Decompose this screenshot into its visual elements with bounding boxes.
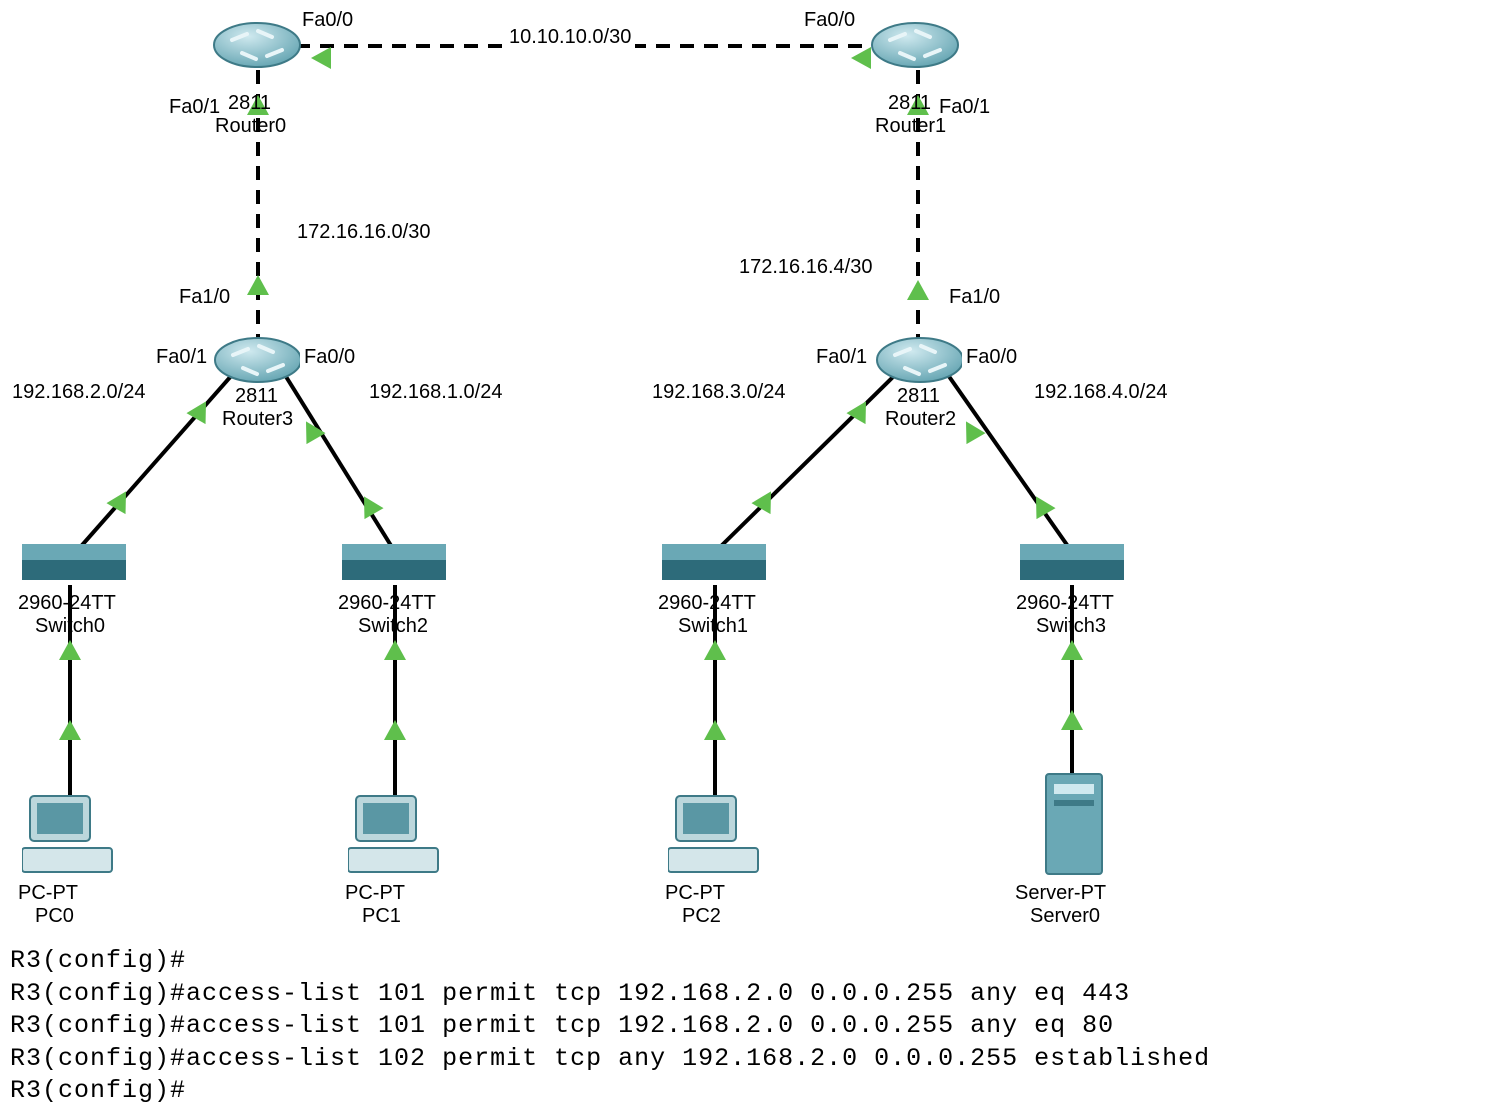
device-name: Router1 bbox=[875, 115, 946, 138]
link-up-icon bbox=[1061, 710, 1083, 730]
device-model: 2811 bbox=[888, 92, 931, 115]
iface-label: Fa0/0 bbox=[300, 345, 359, 370]
device-model: PC-PT bbox=[18, 882, 78, 905]
device-name: PC0 bbox=[35, 905, 74, 928]
router-icon[interactable] bbox=[870, 15, 960, 75]
pc-icon[interactable] bbox=[668, 790, 763, 880]
device-name: Switch3 bbox=[1036, 615, 1106, 638]
device-model: 2960-24TT bbox=[338, 592, 436, 615]
device-name: Server0 bbox=[1030, 905, 1100, 928]
device-name: Switch2 bbox=[358, 615, 428, 638]
device-model: PC-PT bbox=[345, 882, 405, 905]
device-model: 2960-24TT bbox=[658, 592, 756, 615]
device-name: PC2 bbox=[682, 905, 721, 928]
device-model: 2960-24TT bbox=[1016, 592, 1114, 615]
cli-line: R3(config)#access-list 102 permit tcp an… bbox=[10, 1043, 1210, 1076]
pc-icon[interactable] bbox=[348, 790, 443, 880]
iface-label: Fa0/0 bbox=[962, 345, 1021, 370]
cli-line: R3(config)# bbox=[10, 945, 1210, 978]
link-up-icon bbox=[311, 47, 331, 69]
device-model: 2811 bbox=[235, 385, 278, 408]
cli-line: R3(config)#access-list 101 permit tcp 19… bbox=[10, 1010, 1210, 1043]
device-name: PC1 bbox=[362, 905, 401, 928]
network-label: 172.16.16.4/30 bbox=[735, 255, 876, 280]
device-name: Router0 bbox=[215, 115, 286, 138]
iface-label: Fa0/1 bbox=[152, 345, 211, 370]
iface-label: Fa1/0 bbox=[175, 285, 234, 310]
iface-label: Fa0/0 bbox=[800, 8, 859, 33]
device-model: 2811 bbox=[897, 385, 940, 408]
switch-icon[interactable] bbox=[340, 540, 450, 590]
router-icon[interactable] bbox=[213, 330, 303, 390]
link-up-icon bbox=[704, 720, 726, 740]
link-up-icon bbox=[704, 640, 726, 660]
link-up-icon bbox=[1061, 640, 1083, 660]
link-up-icon bbox=[907, 280, 929, 300]
device-model: PC-PT bbox=[665, 882, 725, 905]
network-label: 172.16.16.0/30 bbox=[293, 220, 434, 245]
link-up-icon bbox=[384, 640, 406, 660]
router-icon[interactable] bbox=[212, 15, 302, 75]
device-name: Switch1 bbox=[678, 615, 748, 638]
iface-label: Fa1/0 bbox=[945, 285, 1004, 310]
link-up-icon bbox=[384, 720, 406, 740]
link-up-icon bbox=[59, 640, 81, 660]
pc-icon[interactable] bbox=[22, 790, 117, 880]
link-up-icon bbox=[59, 720, 81, 740]
device-name: Switch0 bbox=[35, 615, 105, 638]
cli-line: R3(config)#access-list 101 permit tcp 19… bbox=[10, 978, 1210, 1011]
iface-label: Fa0/0 bbox=[298, 8, 357, 33]
switch-icon[interactable] bbox=[660, 540, 770, 590]
network-label: 192.168.2.0/24 bbox=[8, 380, 149, 405]
network-label: 192.168.1.0/24 bbox=[365, 380, 506, 405]
link-up-icon bbox=[851, 47, 871, 69]
link-up-icon bbox=[247, 275, 269, 295]
device-name: Router3 bbox=[222, 408, 293, 431]
router-icon[interactable] bbox=[875, 330, 965, 390]
iface-label: Fa0/1 bbox=[812, 345, 871, 370]
device-name: Router2 bbox=[885, 408, 956, 431]
network-label: 192.168.3.0/24 bbox=[648, 380, 789, 405]
cli-output: R3(config)# R3(config)#access-list 101 p… bbox=[10, 945, 1210, 1108]
switch-icon[interactable] bbox=[20, 540, 130, 590]
switch-icon[interactable] bbox=[1018, 540, 1128, 590]
device-model: 2960-24TT bbox=[18, 592, 116, 615]
cli-line: R3(config)# bbox=[10, 1075, 1210, 1108]
network-label: 10.10.10.0/30 bbox=[505, 25, 635, 50]
topology-canvas: Fa0/0 10.10.10.0/30 Fa0/0 Fa0/1 2811 Rou… bbox=[0, 0, 1502, 1115]
server-icon[interactable] bbox=[1040, 770, 1110, 880]
device-model: Server-PT bbox=[1015, 882, 1106, 905]
network-label: 192.168.4.0/24 bbox=[1030, 380, 1171, 405]
device-model: 2811 bbox=[228, 92, 271, 115]
